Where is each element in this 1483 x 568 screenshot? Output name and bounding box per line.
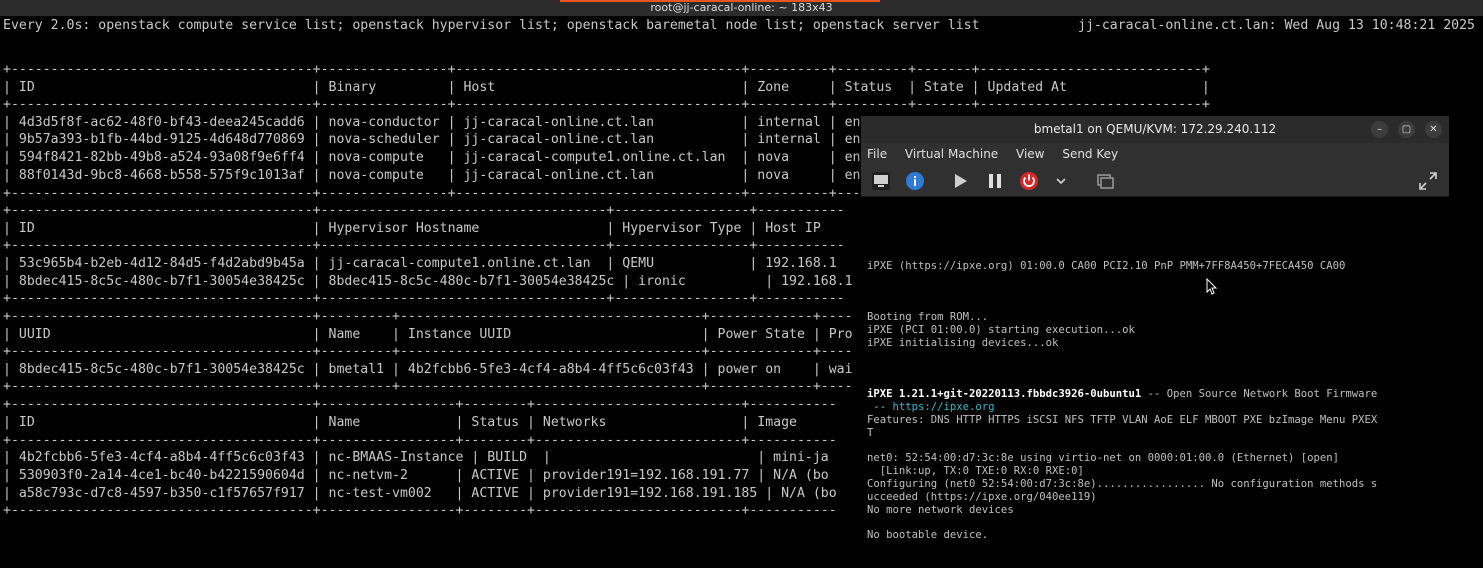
net-line-2: [Link:up, TX:0 TXE:0 RX:0 RXE:0] bbox=[867, 465, 1084, 477]
table-row: | 53c965b4-b2eb-4d12-84d5-f4d2abd9b45a |… bbox=[3, 256, 837, 271]
ipxe-url-line: -- https://ipxe.org bbox=[867, 401, 995, 414]
table-row: | 8bdec415-8c5c-480c-b7f1-30054e38425c |… bbox=[3, 274, 853, 289]
menu-send-key[interactable]: Send Key bbox=[1062, 147, 1118, 161]
table-border: +--------------------------------------+… bbox=[3, 186, 909, 201]
menu-file[interactable]: File bbox=[867, 147, 887, 161]
host-time: jj-caracal-online.ct.lan: Wed Aug 13 10:… bbox=[1078, 18, 1475, 33]
dropdown-icon[interactable] bbox=[1051, 171, 1071, 191]
ipxe-version-line: iPXE 1.21.1+git-20220113.fbbdc3926-0ubun… bbox=[867, 388, 1377, 401]
watch-header: Every 2.0s: openstack compute service li… bbox=[3, 18, 980, 33]
vm-menubar: File Virtual Machine View Send Key bbox=[861, 143, 1449, 165]
ipxe-version: iPXE 1.21.1+git-20220113.fbbdc3926-0ubun… bbox=[867, 388, 1142, 400]
minimize-icon[interactable]: – bbox=[1371, 121, 1388, 138]
table-row: | 594f8421-82bb-49b8-a524-93a08f9e6ff4 |… bbox=[3, 150, 861, 165]
table-row: | 8bdec415-8c5c-480c-b7f1-30054e38425c |… bbox=[3, 362, 853, 377]
table-row: | ID | Binary | Host | Zone | Status | S… bbox=[3, 80, 1210, 95]
titlebar-accent bbox=[560, 0, 880, 2]
net-line-1: net0: 52:54:00:d7:3c:8e using virtio-net… bbox=[867, 452, 1339, 464]
ipxe-url: https://ipxe.org bbox=[892, 401, 995, 413]
mouse-pointer-icon bbox=[1206, 278, 1218, 295]
table-border: +--------------------------------------+… bbox=[3, 344, 853, 359]
table-border: +--------------------------------------+… bbox=[3, 309, 853, 324]
pause-icon[interactable] bbox=[985, 171, 1005, 191]
features-line-2: T bbox=[867, 427, 874, 439]
boot-line-2: iPXE (PCI 01:00.0) starting execution...… bbox=[867, 324, 1135, 336]
close-icon[interactable]: ✕ bbox=[1425, 121, 1442, 138]
table-row: | 530903f0-2a14-4ce1-bc40-b4221590604d |… bbox=[3, 468, 829, 483]
table-border: +--------------------------------------+… bbox=[3, 62, 1210, 77]
table-border: +--------------------------------------+… bbox=[3, 97, 1210, 112]
table-row: | a58c793c-d7c8-4597-b350-c1f57657f917 |… bbox=[3, 486, 837, 501]
features-line-1: Features: DNS HTTP HTTPS iSCSI NFS TFTP … bbox=[867, 414, 1378, 426]
table-row: | 4b2fcbb6-5fe3-4cf4-a8b4-4ff5c6c03f43 |… bbox=[3, 450, 829, 465]
table-border: +--------------------------------------+… bbox=[3, 238, 845, 253]
table-row: | 88f0143d-9bc8-4668-b558-575f9c1013af |… bbox=[3, 168, 861, 183]
boot-line-3: iPXE initialising devices...ok bbox=[867, 337, 1059, 349]
no-bootable-line: No bootable device. bbox=[867, 529, 989, 541]
vm-titlebar[interactable]: bmetal1 on QEMU/KVM: 172.29.240.112 – ▢ … bbox=[861, 116, 1449, 143]
config-line-2: ucceeded (https://ipxe.org/040ee119) bbox=[867, 491, 1097, 503]
table-row: | ID | Hypervisor Hostname | Hypervisor … bbox=[3, 221, 821, 236]
terminal-titlebar[interactable]: root@jj-caracal-online: ~ 183x43 bbox=[0, 0, 1483, 16]
power-icon[interactable] bbox=[1019, 171, 1039, 191]
table-border: +--------------------------------------+… bbox=[3, 503, 837, 518]
play-icon[interactable] bbox=[950, 171, 970, 191]
config-line-1: Configuring (net0 52:54:00:d7:3c:8e)....… bbox=[867, 478, 1378, 490]
table-row: | ID | Name | Status | Networks | Image bbox=[3, 415, 797, 430]
table-border: +--------------------------------------+… bbox=[3, 203, 845, 218]
menu-view[interactable]: View bbox=[1016, 147, 1044, 161]
table-border: +--------------------------------------+… bbox=[3, 397, 837, 412]
ipxe-pnp-line: iPXE (https://ipxe.org) 01:00.0 CA00 PCI… bbox=[867, 260, 1346, 272]
fullscreen-icon[interactable] bbox=[1418, 171, 1438, 191]
table-border: +--------------------------------------+… bbox=[3, 379, 853, 394]
boot-line-1: Booting from ROM... bbox=[867, 311, 989, 323]
console-icon[interactable] bbox=[871, 171, 891, 191]
no-network-line: No more network devices bbox=[867, 504, 1014, 516]
table-border: +--------------------------------------+… bbox=[3, 291, 845, 306]
vm-title: bmetal1 on QEMU/KVM: 172.29.240.112 bbox=[1033, 122, 1277, 136]
table-row: | 9b57a393-b1fb-44bd-9125-4d648d770869 |… bbox=[3, 132, 861, 147]
table-row: | UUID | Name | Instance UUID | Power St… bbox=[3, 327, 853, 342]
ipxe-url-dashes: -- bbox=[867, 401, 893, 413]
terminal-title: root@jj-caracal-online: ~ 183x43 bbox=[650, 1, 833, 14]
menu-virtual-machine[interactable]: Virtual Machine bbox=[905, 147, 998, 161]
maximize-icon[interactable]: ▢ bbox=[1398, 121, 1415, 138]
vm-viewer-window[interactable]: bmetal1 on QEMU/KVM: 172.29.240.112 – ▢ … bbox=[861, 116, 1449, 568]
vm-console-screen[interactable]: iPXE (https://ipxe.org) 01:00.0 CA00 PCI… bbox=[861, 197, 1449, 568]
vm-toolbar bbox=[861, 165, 1449, 197]
snapshot-icon[interactable] bbox=[1095, 171, 1115, 191]
ipxe-version-desc: -- Open Source Network Boot Firmware bbox=[1141, 388, 1378, 400]
info-icon[interactable] bbox=[905, 171, 925, 191]
table-border: +--------------------------------------+… bbox=[3, 433, 837, 448]
